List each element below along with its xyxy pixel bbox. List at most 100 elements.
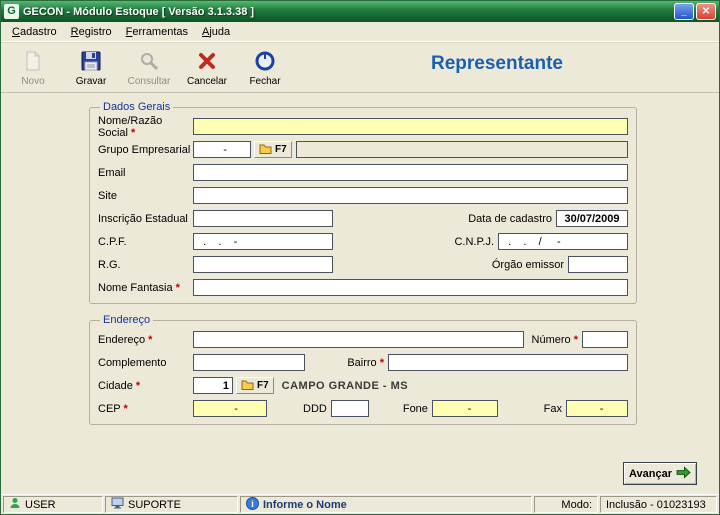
ddd-input[interactable] — [330, 400, 369, 417]
rg-input[interactable] — [193, 256, 333, 273]
new-button: Novo — [9, 46, 57, 91]
numero-input[interactable] — [582, 331, 628, 348]
numero-label: Número * — [531, 333, 578, 346]
row-complemento: Complemento Bairro * — [98, 351, 628, 374]
new-button-label: Novo — [21, 76, 45, 87]
statusbar-user-panel: USER — [3, 496, 103, 513]
statusbar-modo-label: Modo: — [561, 498, 592, 511]
fone-input[interactable] — [431, 400, 498, 417]
cpf-input[interactable] — [193, 233, 333, 250]
avancar-button-label: Avançar — [628, 467, 672, 480]
menu-registro[interactable]: Registro — [64, 23, 119, 41]
fone-label: Fone — [402, 402, 428, 415]
statusbar: USER SUPORTE i Informe o Nome Modo: Incl… — [1, 494, 719, 514]
site-label: Site — [98, 189, 117, 202]
statusbar-message-text: Informe o Nome — [263, 498, 347, 511]
endereco-input[interactable] — [193, 331, 524, 348]
grupo-codigo-input[interactable] — [193, 141, 251, 158]
fantasia-input[interactable] — [193, 279, 628, 296]
cep-input[interactable] — [193, 400, 267, 417]
folder-icon — [259, 143, 272, 157]
cidade-nome-text: CAMPO GRANDE - MS — [281, 379, 409, 392]
grupo-descricao-field — [295, 141, 628, 158]
fax-input[interactable] — [566, 400, 628, 417]
row-cep: CEP * DDD Fone Fax — [98, 397, 628, 420]
email-label: Email — [98, 166, 126, 179]
row-endereco: Endereço * Número * — [98, 328, 628, 351]
minimize-button[interactable]: _ — [674, 3, 694, 20]
required-asterisk: * — [175, 281, 180, 294]
info-icon: i — [246, 496, 259, 513]
orgao-emissor-input[interactable] — [568, 256, 628, 273]
bairro-input[interactable] — [388, 354, 628, 371]
bairro-label: Bairro * — [347, 356, 384, 369]
close-form-button-label: Fechar — [249, 76, 281, 87]
monitor-icon — [111, 497, 124, 512]
close-button[interactable]: ✕ — [696, 3, 716, 20]
close-form-button[interactable]: Fechar — [241, 46, 289, 91]
window-controls: _ ✕ — [674, 3, 716, 20]
save-button[interactable]: Gravar — [67, 46, 115, 91]
app-icon: G — [4, 4, 19, 19]
statusbar-modo-panel: Modo: — [534, 496, 598, 513]
row-inscricao: Inscrição Estadual Data de cadastro — [98, 207, 628, 230]
statusbar-modo-value: Inclusão - 01023193 — [606, 498, 706, 511]
nome-label: Nome/Razão Social * — [98, 114, 163, 139]
complemento-label: Complemento — [98, 356, 167, 369]
user-icon — [9, 497, 21, 512]
row-grupo: Grupo Empresarial F7 — [98, 138, 628, 161]
menu-ajuda[interactable]: Ajuda — [195, 23, 237, 41]
cancel-x-icon — [196, 50, 218, 75]
email-input[interactable] — [193, 164, 628, 181]
menu-ferramentas[interactable]: Ferramentas — [119, 23, 195, 41]
complemento-input[interactable] — [193, 354, 305, 371]
required-asterisk: * — [573, 333, 578, 346]
search-button: Consultar — [125, 46, 173, 91]
data-cadastro-label: Data de cadastro — [468, 212, 552, 225]
cidade-codigo-input[interactable] — [193, 377, 233, 394]
statusbar-modo-value-panel: Inclusão - 01023193 — [600, 496, 717, 513]
groupbox-dados-gerais: Dados Gerais Nome/Razão Social * Grupo E… — [89, 101, 637, 304]
green-arrow-icon — [676, 465, 691, 482]
grupo-label: Grupo Empresarial — [98, 143, 191, 156]
nome-input[interactable] — [193, 118, 628, 135]
power-ring-icon — [254, 50, 276, 75]
cidade-f7-button[interactable]: F7 — [236, 377, 274, 394]
cancel-button-label: Cancelar — [186, 76, 228, 87]
endereco-label: Endereço * — [98, 333, 153, 346]
data-cadastro-input[interactable] — [556, 210, 628, 227]
grupo-f7-button[interactable]: F7 — [254, 141, 292, 158]
statusbar-message-panel: i Informe o Nome — [240, 496, 532, 513]
fantasia-label: Nome Fantasia * — [98, 281, 180, 294]
required-asterisk: * — [123, 402, 128, 415]
magnifier-icon — [138, 50, 160, 75]
floppy-disk-icon — [80, 50, 102, 75]
row-cidade: Cidade * F7 CAMPO GRANDE - MS — [98, 374, 628, 397]
app-window: G GECON - Módulo Estoque [ Versão 3.1.3.… — [0, 0, 720, 515]
row-rg: R.G. Órgão emissor — [98, 253, 628, 276]
cnpj-input[interactable] — [498, 233, 628, 250]
folder-icon — [241, 379, 254, 393]
search-button-label: Consultar — [127, 76, 171, 87]
required-asterisk: * — [148, 333, 153, 346]
inscricao-input[interactable] — [193, 210, 333, 227]
avancar-button[interactable]: Avançar — [623, 462, 697, 485]
statusbar-suporte-panel: SUPORTE — [105, 496, 238, 513]
site-input[interactable] — [193, 187, 628, 204]
toolbar: Novo Gravar Consultar Cancelar Fechar Re… — [1, 42, 719, 93]
row-site: Site — [98, 184, 628, 207]
cnpj-label: C.N.P.J. — [454, 235, 494, 248]
svg-text:i: i — [251, 499, 254, 509]
row-email: Email — [98, 161, 628, 184]
menubar: Cadastro Registro Ferramentas Ajuda — [1, 22, 719, 42]
inscricao-label: Inscrição Estadual — [98, 212, 188, 225]
cidade-f7-label: F7 — [257, 380, 269, 391]
required-asterisk: * — [135, 379, 141, 392]
orgao-emissor-label: Órgão emissor — [491, 258, 564, 271]
menu-cadastro[interactable]: Cadastro — [5, 23, 64, 41]
groupbox-endereco: Endereço Endereço * Número * Complemento… — [89, 314, 637, 425]
save-button-label: Gravar — [75, 76, 107, 87]
cancel-button[interactable]: Cancelar — [183, 46, 231, 91]
window-title: GECON - Módulo Estoque [ Versão 3.1.3.38… — [23, 5, 255, 18]
statusbar-suporte-text: SUPORTE — [128, 498, 181, 511]
